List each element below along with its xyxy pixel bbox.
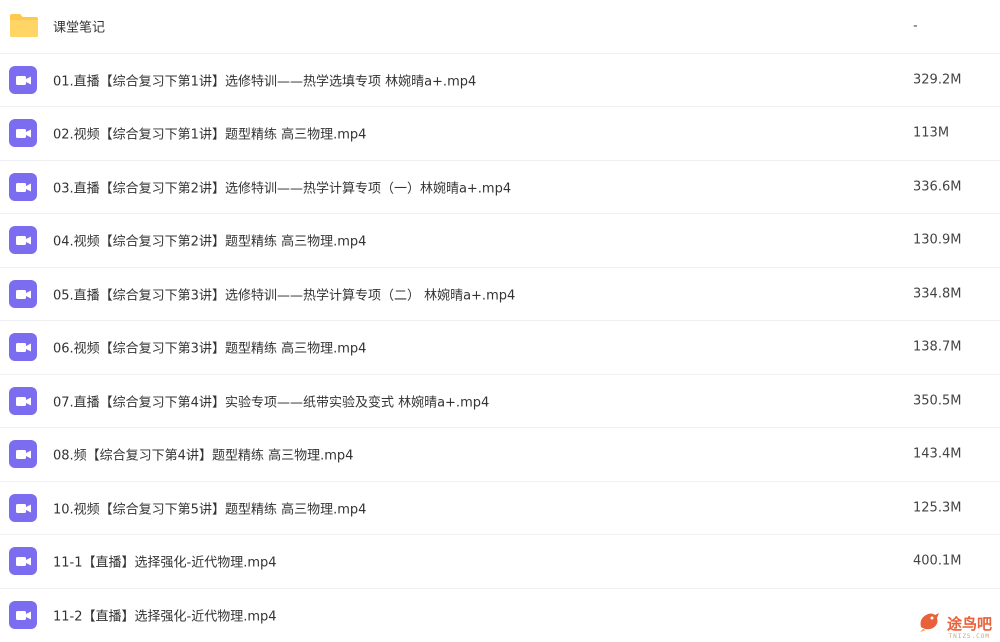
file-name[interactable]: 课堂笔记 xyxy=(53,17,105,36)
file-size: 138.7M xyxy=(913,340,961,355)
file-size: 113M xyxy=(913,126,949,141)
video-file-icon xyxy=(9,440,37,468)
file-name[interactable]: 04.视频【综合复习下第2讲】题型精练 高三物理.mp4 xyxy=(53,231,366,250)
file-name[interactable]: 11-1【直播】选择强化-近代物理.mp4 xyxy=(53,552,277,571)
folder-row[interactable]: 课堂笔记 - xyxy=(0,0,1000,54)
video-file-icon xyxy=(9,547,37,575)
file-name[interactable]: 03.直播【综合复习下第2讲】选修特训——热学计算专项（一）林婉晴a+.mp4 xyxy=(53,177,511,196)
folder-icon xyxy=(9,12,37,40)
file-size: 350.5M xyxy=(913,393,961,408)
file-row[interactable]: 08.频【综合复习下第4讲】题型精练 高三物理.mp4 143.4M xyxy=(0,428,1000,482)
file-list: 课堂笔记 - 01.直播【综合复习下第1讲】选修特训——热学选填专项 林婉晴a+… xyxy=(0,0,1000,642)
video-file-icon xyxy=(9,173,37,201)
video-file-icon xyxy=(9,494,37,522)
video-file-icon xyxy=(9,387,37,415)
file-size: 400.1M xyxy=(913,554,961,569)
file-row[interactable]: 03.直播【综合复习下第2讲】选修特训——热学计算专项（一）林婉晴a+.mp4 … xyxy=(0,161,1000,215)
watermark: 途鸟吧 TNIZS.COM xyxy=(917,609,992,637)
file-size: 336.6M xyxy=(913,179,961,194)
file-size: 329.2M xyxy=(913,72,961,87)
video-file-icon xyxy=(9,333,37,361)
file-row[interactable]: 01.直播【综合复习下第1讲】选修特训——热学选填专项 林婉晴a+.mp4 32… xyxy=(0,54,1000,108)
file-name[interactable]: 08.频【综合复习下第4讲】题型精练 高三物理.mp4 xyxy=(53,445,353,464)
file-name[interactable]: 01.直播【综合复习下第1讲】选修特训——热学选填专项 林婉晴a+.mp4 xyxy=(53,70,476,89)
file-name[interactable]: 10.视频【综合复习下第5讲】题型精练 高三物理.mp4 xyxy=(53,498,366,517)
file-row[interactable]: 10.视频【综合复习下第5讲】题型精练 高三物理.mp4 125.3M xyxy=(0,482,1000,536)
file-size: 130.9M xyxy=(913,233,961,248)
file-name[interactable]: 11-2【直播】选择强化-近代物理.mp4 xyxy=(53,606,277,625)
file-name[interactable]: 07.直播【综合复习下第4讲】实验专项——纸带实验及变式 林婉晴a+.mp4 xyxy=(53,391,489,410)
watermark-sub: TNIZS.COM xyxy=(948,633,990,640)
file-row[interactable]: 05.直播【综合复习下第3讲】选修特训——热学计算专项（二） 林婉晴a+.mp4… xyxy=(0,268,1000,322)
file-row[interactable]: 02.视频【综合复习下第1讲】题型精练 高三物理.mp4 113M xyxy=(0,107,1000,161)
file-size: - xyxy=(913,19,918,34)
watermark-text: 途鸟吧 xyxy=(947,613,992,634)
video-file-icon xyxy=(9,119,37,147)
file-name[interactable]: 05.直播【综合复习下第3讲】选修特训——热学计算专项（二） 林婉晴a+.mp4 xyxy=(53,284,515,303)
file-row[interactable]: 04.视频【综合复习下第2讲】题型精练 高三物理.mp4 130.9M xyxy=(0,214,1000,268)
file-name[interactable]: 06.视频【综合复习下第3讲】题型精练 高三物理.mp4 xyxy=(53,338,366,357)
file-row[interactable]: 06.视频【综合复习下第3讲】题型精练 高三物理.mp4 138.7M xyxy=(0,321,1000,375)
file-row[interactable]: 11-1【直播】选择强化-近代物理.mp4 400.1M xyxy=(0,535,1000,589)
video-file-icon xyxy=(9,66,37,94)
video-file-icon xyxy=(9,601,37,629)
file-row[interactable]: 11-2【直播】选择强化-近代物理.mp4 xyxy=(0,589,1000,642)
video-file-icon xyxy=(9,280,37,308)
file-name[interactable]: 02.视频【综合复习下第1讲】题型精练 高三物理.mp4 xyxy=(53,124,366,143)
file-size: 334.8M xyxy=(913,286,961,301)
file-row[interactable]: 07.直播【综合复习下第4讲】实验专项——纸带实验及变式 林婉晴a+.mp4 3… xyxy=(0,375,1000,429)
file-size: 143.4M xyxy=(913,447,961,462)
watermark-logo-icon xyxy=(917,609,943,637)
file-size: 125.3M xyxy=(913,500,961,515)
video-file-icon xyxy=(9,226,37,254)
